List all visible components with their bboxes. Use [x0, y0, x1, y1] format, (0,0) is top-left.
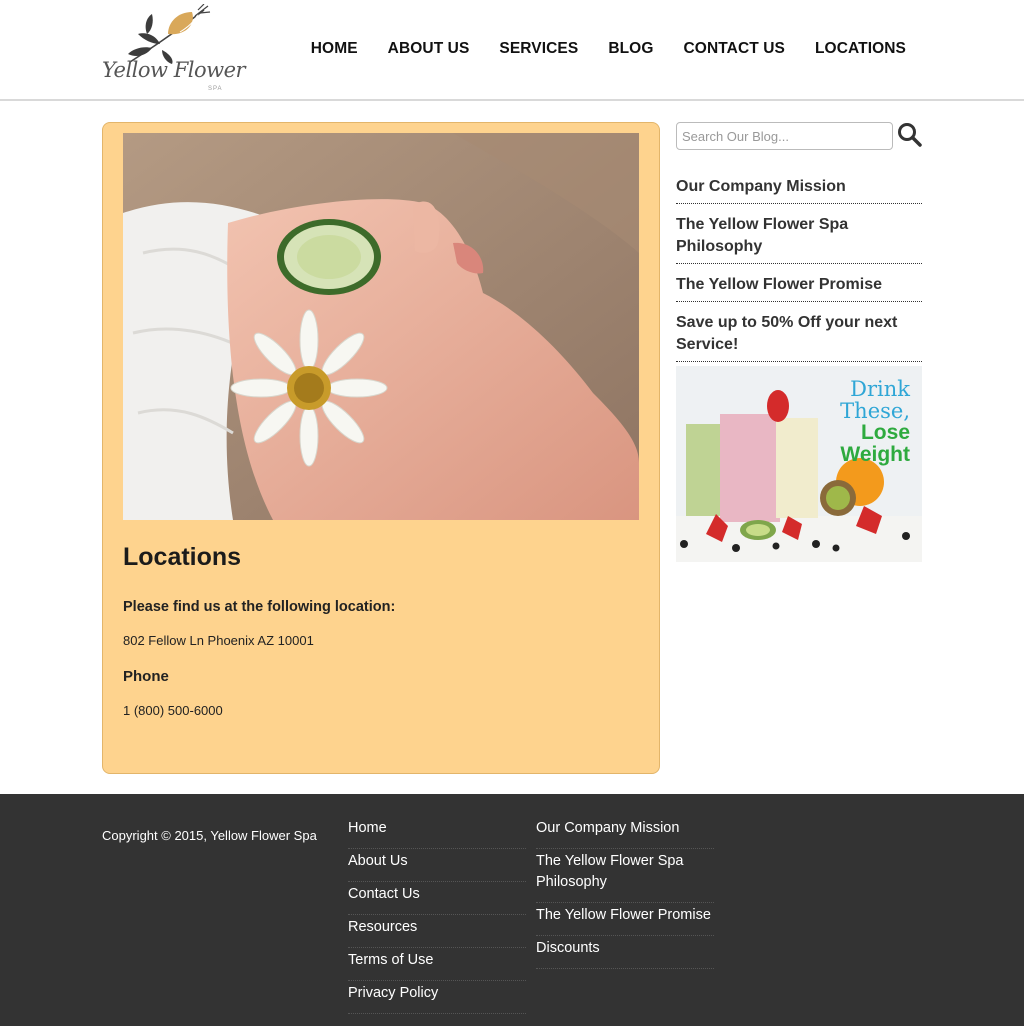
sidebar-link-company-mission[interactable]: Our Company Mission	[676, 172, 922, 204]
nav-blog[interactable]: BLOG	[608, 40, 653, 58]
phone-heading: Phone	[123, 668, 169, 685]
copyright-text: Copyright © 2015, Yellow Flower Spa	[102, 828, 317, 843]
footer-link-company-mission[interactable]: Our Company Mission	[536, 818, 714, 849]
flower-branch-icon	[128, 4, 211, 64]
sidebar-link-promise[interactable]: The Yellow Flower Promise	[676, 270, 922, 302]
footer-links-primary: Home About Us Contact Us Resources Terms…	[348, 818, 526, 1016]
spa-face-illustration	[123, 133, 639, 520]
site-logo[interactable]: Yellow Flower SPA	[100, 4, 246, 96]
footer-link-promise[interactable]: The Yellow Flower Promise	[536, 905, 714, 936]
search-button[interactable]	[897, 122, 923, 148]
site-footer: Copyright © 2015, Yellow Flower Spa Home…	[0, 794, 1024, 1026]
promo-headline: Drink These, Lose Weight	[840, 378, 910, 466]
footer-link-terms[interactable]: Terms of Use	[348, 950, 526, 981]
page-title: Locations	[123, 543, 242, 571]
nav-contact-us[interactable]: CONTACT US	[684, 40, 785, 58]
footer-link-resources[interactable]: Resources	[348, 917, 526, 948]
sidebar-links: Our Company Mission The Yellow Flower Sp…	[676, 172, 922, 368]
nav-services[interactable]: SERVICES	[499, 40, 578, 58]
nav-about-us[interactable]: ABOUT US	[388, 40, 470, 58]
logo-wordmark: Yellow Flower	[102, 58, 246, 82]
search-icon	[898, 123, 922, 147]
footer-link-about-us[interactable]: About Us	[348, 851, 526, 882]
promo-banner[interactable]: Drink These, Lose Weight	[676, 366, 922, 562]
nav-locations[interactable]: LOCATIONS	[815, 40, 906, 58]
sidebar-link-spa-philosophy[interactable]: The Yellow Flower Spa Philosophy	[676, 210, 922, 264]
promo-line-3: Lose	[860, 421, 910, 444]
promo-line-4: Weight	[840, 443, 910, 466]
content-card: Locations Please find us at the followin…	[102, 122, 660, 774]
hero-image	[123, 133, 639, 520]
footer-link-privacy[interactable]: Privacy Policy	[348, 983, 526, 1014]
phone-number: 1 (800) 500-6000	[123, 703, 223, 718]
sidebar-link-discount-offer[interactable]: Save up to 50% Off your next Service!	[676, 308, 922, 362]
footer-link-discounts[interactable]: Discounts	[536, 938, 714, 969]
main-nav: HOME ABOUT US SERVICES BLOG CONTACT US L…	[281, 40, 906, 58]
address-text: 802 Fellow Ln Phoenix AZ 10001	[123, 633, 314, 648]
location-heading: Please find us at the following location…	[123, 599, 396, 615]
site-header: Yellow Flower SPA HOME ABOUT US SERVICES…	[0, 0, 1024, 101]
footer-link-home[interactable]: Home	[348, 818, 526, 849]
blog-search-input[interactable]	[676, 122, 893, 150]
footer-link-spa-philosophy[interactable]: The Yellow Flower Spa Philosophy	[536, 851, 714, 903]
logo-subtext: SPA	[208, 86, 223, 92]
nav-home[interactable]: HOME	[311, 40, 358, 58]
footer-links-secondary: Our Company Mission The Yellow Flower Sp…	[536, 818, 714, 971]
footer-link-contact-us[interactable]: Contact Us	[348, 884, 526, 915]
promo-line-1: Drink	[850, 377, 910, 401]
promo-line-2: These,	[840, 399, 910, 423]
